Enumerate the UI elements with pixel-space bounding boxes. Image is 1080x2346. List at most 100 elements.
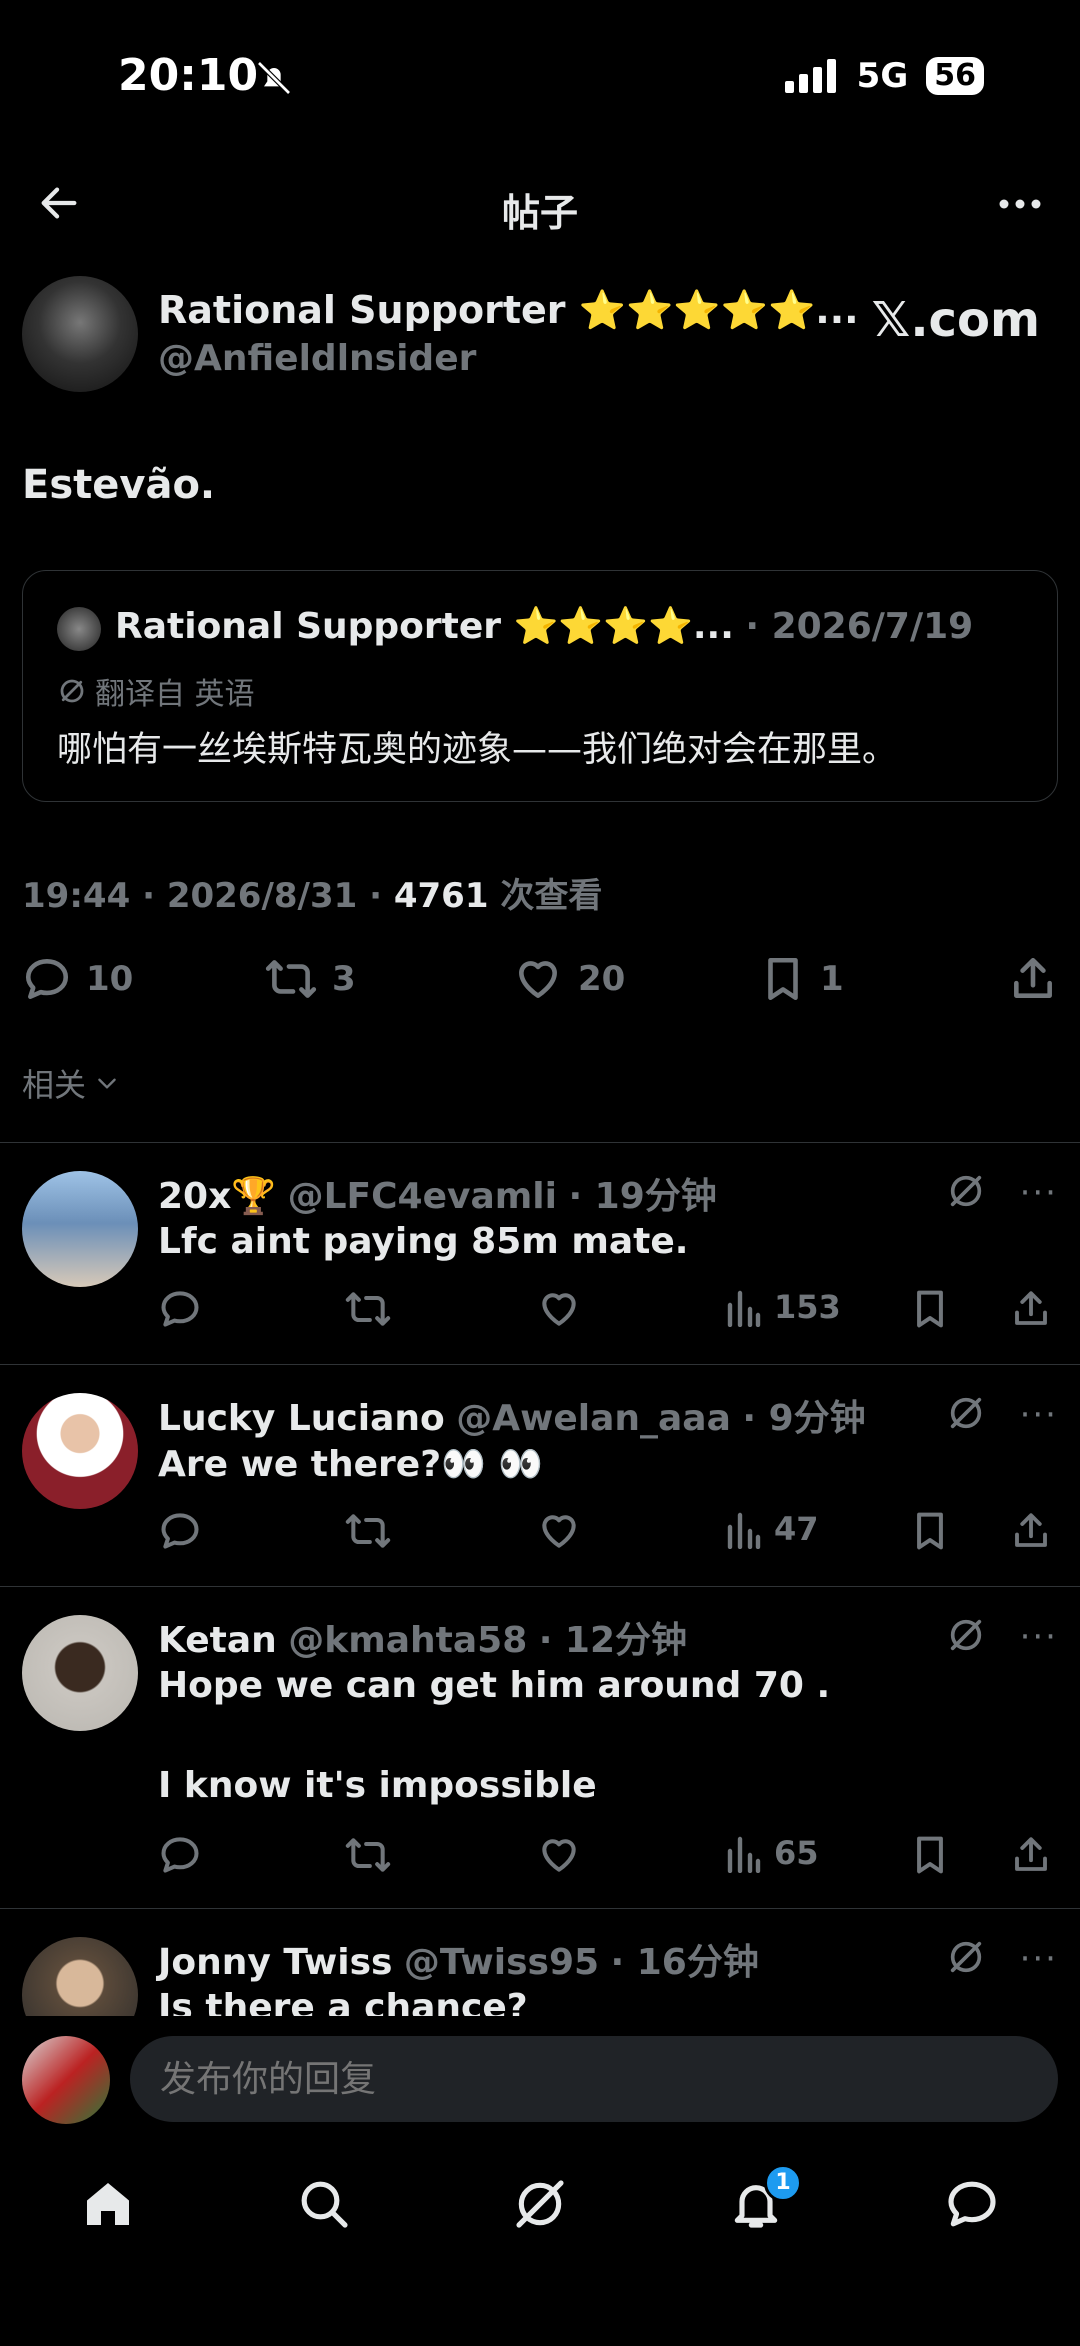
- reply-more-icon[interactable]: ···: [1020, 1617, 1058, 1657]
- notification-badge: 1: [764, 2164, 802, 2202]
- share-icon[interactable]: [1010, 1833, 1052, 1877]
- share-button[interactable]: [1008, 954, 1058, 1004]
- mute-bell-icon: [254, 58, 294, 98]
- repost-button[interactable]: 3: [264, 954, 356, 1004]
- author-avatar[interactable]: [22, 276, 138, 392]
- bookmark-icon: [768, 957, 798, 1001]
- grok-icon[interactable]: [946, 1171, 986, 1211]
- reply-author-handle[interactable]: @kmahta58: [288, 1620, 527, 1661]
- related-toggle[interactable]: 相关: [22, 1060, 120, 1106]
- bookmark-icon[interactable]: [910, 1833, 950, 1877]
- heart-icon[interactable]: [536, 1287, 582, 1331]
- reply-time: · 9分钟: [742, 1398, 866, 1439]
- my-avatar[interactable]: [22, 2036, 110, 2124]
- grok-icon: [516, 2180, 564, 2228]
- like-button[interactable]: 20: [512, 954, 625, 1004]
- reply-action-bar: 47: [158, 1509, 1058, 1559]
- reply-more-icon[interactable]: ···: [1020, 1395, 1058, 1435]
- reply-icon: [25, 959, 69, 999]
- home-icon: [87, 2183, 129, 2225]
- views-button[interactable]: 47: [726, 1509, 819, 1549]
- reply-author-name[interactable]: Ketan: [158, 1620, 277, 1661]
- reply-author-name[interactable]: Lucky Luciano: [158, 1398, 445, 1439]
- messages-tab[interactable]: [944, 2176, 1000, 2232]
- reply-text-line-2: I know it's impossible: [158, 1765, 597, 1806]
- reply-icon[interactable]: [158, 1509, 202, 1553]
- grok-icon[interactable]: [946, 1615, 986, 1655]
- quote-author-avatar: [57, 607, 101, 651]
- notifications-tab[interactable]: 1: [728, 2164, 802, 2232]
- battery-indicator: 56: [926, 57, 984, 95]
- views-button[interactable]: 65: [726, 1833, 819, 1873]
- grok-tab[interactable]: [512, 2176, 568, 2232]
- search-icon: [301, 2181, 348, 2228]
- reply-author-handle[interactable]: @LFC4evamli: [288, 1176, 557, 1217]
- heart-icon[interactable]: [536, 1509, 582, 1553]
- reply-item[interactable]: 20x🏆 @LFC4evamli · 19分钟 ··· Lfc aint pay…: [0, 1142, 1080, 1364]
- reply-input[interactable]: [130, 2036, 1058, 2122]
- grok-icon[interactable]: [946, 1937, 986, 1977]
- reply-item[interactable]: Jonny Twiss @Twiss95 · 16分钟 ··· Is there…: [0, 1908, 1080, 2016]
- bookmark-button[interactable]: 1: [760, 954, 844, 1004]
- reply-item[interactable]: Lucky Luciano @Awelan_aaa · 9分钟 ··· Are …: [0, 1364, 1080, 1586]
- reply-icon[interactable]: [158, 1833, 202, 1877]
- reply-avatar[interactable]: [22, 1615, 138, 1731]
- reply-text: Lfc aint paying 85m mate.: [158, 1221, 689, 1262]
- status-indicators: 5G 56: [784, 56, 984, 96]
- translate-icon: [60, 679, 84, 703]
- messages-icon: [948, 2181, 996, 2227]
- bookmark-icon[interactable]: [910, 1287, 950, 1331]
- reply-time: · 16分钟: [610, 1942, 759, 1983]
- reply-more-icon[interactable]: ···: [1020, 1939, 1058, 1979]
- author-handle[interactable]: @Anfieldlnsider: [158, 338, 476, 379]
- post-meta: 19:44 · 2026/8/31 · 4761 次查看: [22, 868, 602, 917]
- reply-time: · 19分钟: [568, 1176, 717, 1217]
- quote-text: 哪怕有一丝埃斯特瓦奥的迹象——我们绝对会在那里。: [57, 730, 898, 770]
- bookmark-count: 1: [820, 959, 844, 999]
- reply-avatar[interactable]: [22, 1393, 138, 1509]
- translated-label[interactable]: 翻译自 英语: [95, 669, 255, 713]
- reply-composer: [0, 2018, 1080, 2128]
- reply-count: 10: [86, 959, 134, 999]
- views-label: 次查看: [488, 876, 603, 916]
- repost-icon[interactable]: [344, 1287, 392, 1331]
- views-button[interactable]: 153: [726, 1287, 841, 1327]
- repost-icon[interactable]: [344, 1833, 392, 1877]
- reply-header: Jonny Twiss @Twiss95 · 16分钟: [158, 1933, 759, 1985]
- bookmark-icon[interactable]: [910, 1509, 950, 1553]
- repost-count: 3: [332, 959, 356, 999]
- repost-icon[interactable]: [344, 1509, 392, 1553]
- reply-author-handle[interactable]: @Twiss95: [404, 1942, 599, 1983]
- more-options-icon[interactable]: [996, 184, 1044, 224]
- reply-view-count: 153: [774, 1288, 841, 1326]
- reply-action-bar: 65: [158, 1833, 1058, 1883]
- quote-date: · 2026/7/19: [745, 606, 974, 647]
- reply-button[interactable]: 10: [22, 954, 133, 1004]
- heart-icon[interactable]: [536, 1833, 582, 1877]
- reply-avatar[interactable]: [22, 1171, 138, 1287]
- reply-author-name[interactable]: Jonny Twiss: [158, 1942, 392, 1983]
- grok-icon[interactable]: [946, 1393, 986, 1433]
- analytics-icon: [727, 1836, 761, 1873]
- page-title: 帖子: [501, 191, 578, 235]
- share-icon[interactable]: [1010, 1287, 1052, 1331]
- like-count: 20: [578, 959, 626, 999]
- reply-header: Ketan @kmahta58 · 12分钟: [158, 1611, 687, 1663]
- home-tab[interactable]: [80, 2176, 136, 2232]
- reply-avatar[interactable]: [22, 1937, 138, 2016]
- repost-icon: [265, 960, 317, 998]
- reply-item[interactable]: Ketan @kmahta58 · 12分钟 ··· Hope we can g…: [0, 1586, 1080, 1908]
- reply-more-icon[interactable]: ···: [1020, 1173, 1058, 1213]
- bottom-tab-bar: 1: [0, 2150, 1080, 2270]
- reply-action-bar: 153: [158, 1287, 1058, 1337]
- reply-text: Is there a chance?: [158, 1987, 528, 2016]
- reply-view-count: 47: [774, 1510, 819, 1548]
- reply-author-name[interactable]: 20x🏆: [158, 1176, 276, 1217]
- search-tab[interactable]: [296, 2176, 352, 2232]
- author-name[interactable]: Rational Supporter ⭐⭐⭐⭐⭐...: [158, 288, 859, 333]
- share-icon[interactable]: [1010, 1509, 1052, 1553]
- x-com-badge: 𝕏.com: [871, 292, 1040, 348]
- quoted-post-card[interactable]: Rational Supporter ⭐⭐⭐⭐... · 2026/7/19 翻…: [22, 570, 1058, 802]
- reply-author-handle[interactable]: @Awelan_aaa: [456, 1398, 731, 1439]
- reply-icon[interactable]: [158, 1287, 202, 1331]
